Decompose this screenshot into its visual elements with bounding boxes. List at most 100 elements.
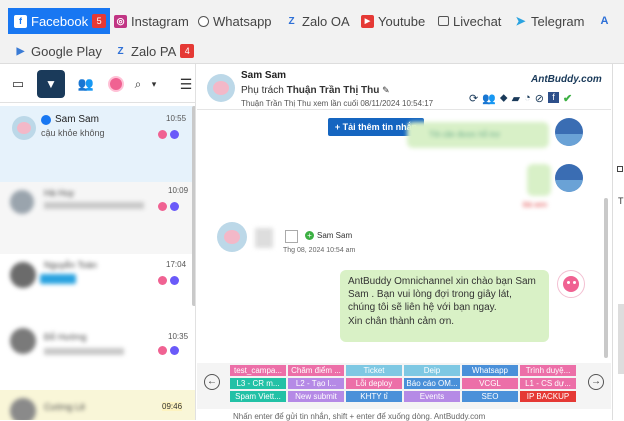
quick-reply-button[interactable]: L2 - Tạo l... — [288, 378, 344, 389]
last-seen-note: Thuận Trần Thị Thu xem lần cuối 08/11/20… — [241, 99, 434, 108]
group-icon[interactable]: 👥 — [482, 92, 496, 105]
block-icon[interactable]: ⊘ — [535, 92, 544, 105]
antbuddy-brand: AntBuddy.com — [531, 74, 602, 85]
outgoing-message — [527, 164, 551, 196]
panel-scrollbar[interactable] — [618, 304, 624, 374]
chevron-left-icon[interactable]: ← — [204, 374, 220, 390]
quick-reply-button[interactable]: SEO — [462, 391, 518, 402]
quick-reply-button[interactable]: Ticket — [346, 365, 402, 376]
card-name: Sam Sam — [317, 231, 353, 240]
avatar — [555, 118, 583, 146]
tab-zalo-pa[interactable]: Z Zalo PA 4 — [114, 40, 195, 62]
conversation-time: 10:09 — [168, 186, 189, 195]
sidebar-scrollbar[interactable] — [192, 106, 195, 306]
filter-icon[interactable]: ▼ — [37, 70, 65, 98]
messenger-icon — [170, 202, 179, 211]
quick-reply-button[interactable]: Spam Viett... — [230, 391, 286, 402]
truck-icon[interactable]: ▰ — [512, 92, 520, 105]
whatsapp-icon — [198, 15, 209, 27]
tab-whatsapp[interactable]: Whatsapp — [198, 10, 272, 32]
check-icon[interactable]: ✔ — [563, 92, 572, 105]
conversation-name: Hà Huy — [44, 188, 75, 198]
edit-icon[interactable]: ✎ — [382, 85, 390, 95]
conversation-item[interactable]: Cường Lê 09:46 — [0, 390, 195, 420]
quick-reply-button[interactable]: L3 - CR m... — [230, 378, 286, 389]
quick-reply-button[interactable]: New submit — [288, 391, 344, 402]
tab-google-play-label: Google Play — [31, 43, 102, 59]
right-panel: T — [612, 64, 624, 420]
quick-reply-button[interactable]: Events — [404, 391, 460, 402]
quick-reply-button[interactable]: Chăm điểm ... — [288, 365, 344, 376]
conversation-preview: cậu khỏe không — [41, 128, 105, 138]
quick-reply-button[interactable]: test_campa... — [230, 365, 286, 376]
group-icon[interactable]: 👥 — [72, 70, 100, 98]
more-channel-icon: A — [600, 15, 609, 27]
tab-zalo-oa[interactable]: Z Zalo OA — [285, 10, 349, 32]
conversation-item[interactable]: Hà Huy 10:09 — [0, 182, 195, 254]
outgoing-message: Tôi cần được hỗ trợ — [407, 122, 549, 148]
conversation-name: Nguyễn Toàn — [44, 260, 97, 270]
quick-reply-button[interactable]: KHTY tỉ — [346, 391, 402, 402]
tab-telegram[interactable]: ➤ Telegram — [514, 10, 584, 32]
tab-overflow[interactable]: A — [598, 10, 611, 32]
quick-reply-button[interactable]: Trình duyệ... — [520, 365, 576, 376]
conversation-item[interactable]: Sam Sam cậu khỏe không 10:55 — [0, 106, 195, 182]
tab-livechat[interactable]: Livechat — [438, 10, 501, 32]
assignee-bot-icon — [158, 130, 167, 139]
tab-google-play[interactable]: ▶ Google Play — [14, 40, 102, 62]
quick-reply-button[interactable]: Whatsapp — [462, 365, 518, 376]
messenger-icon — [170, 276, 179, 285]
assignee-line: Phụ trách Thuận Trần Thị Thu ✎ — [241, 85, 390, 96]
tab-instagram[interactable]: ◎ Instagram — [114, 10, 189, 32]
chat-scrollbar[interactable] — [604, 198, 608, 358]
chat-bubble-icon — [438, 16, 449, 26]
refresh-icon[interactable]: ⟳ — [469, 92, 478, 105]
image-thumbnail[interactable] — [255, 228, 273, 248]
bot-message-text: AntBuddy Omnichannel xin chào bạn Sam Sa… — [348, 276, 536, 313]
list-view-icon[interactable]: ☰ — [172, 70, 195, 98]
card-timestamp: Thg 08, 2024 10:54 am — [283, 247, 356, 254]
tag-icon[interactable]: ⬥ — [500, 92, 508, 105]
avatar — [10, 190, 34, 214]
avatar — [10, 328, 36, 354]
instagram-icon: ◎ — [114, 14, 127, 28]
conversation-item[interactable]: Nguyễn Toàn 17:04 — [0, 254, 195, 318]
chevron-right-icon[interactable]: → — [588, 374, 604, 390]
select-checkbox[interactable] — [285, 230, 298, 243]
conversation-time: 09:46 — [162, 402, 183, 411]
youtube-icon: ▶ — [361, 14, 374, 28]
chevron-down-icon[interactable]: ▾ — [140, 70, 168, 98]
quick-reply-button[interactable]: Báo cáo OM... — [404, 378, 460, 389]
quick-reply-button[interactable]: Lỗi deploy — [346, 378, 402, 389]
quick-reply-button[interactable]: Deip — [404, 365, 460, 376]
tab-facebook[interactable]: f Facebook 5 — [8, 8, 111, 34]
zalo-pa-unread-badge: 4 — [180, 44, 195, 58]
messenger-icon — [170, 346, 179, 355]
conversation-time: 10:55 — [166, 114, 187, 123]
toolbar-divider — [0, 102, 195, 103]
chat-header: Sam Sam Phụ trách Thuận Trần Thị Thu ✎ T… — [197, 64, 611, 110]
history-icon[interactable]: ◔ — [524, 92, 531, 105]
assignee-prefix: Phụ trách — [241, 85, 287, 96]
plus-circle-icon[interactable]: + — [305, 231, 314, 240]
assignee-name[interactable]: Thuận Trần Thị Thu — [287, 85, 380, 96]
quick-reply-button[interactable]: L1 - CS dự... — [520, 378, 576, 389]
avatar — [217, 222, 247, 252]
panel-icon[interactable] — [617, 166, 623, 172]
inbox-icon[interactable]: ▭ — [4, 70, 32, 98]
tab-livechat-label: Livechat — [453, 13, 502, 29]
google-play-icon: ▶ — [16, 45, 25, 57]
message-list: + Tải thêm tin nhắn Tôi cần được hỗ trợ … — [197, 110, 611, 421]
facebook-square-icon[interactable]: f — [547, 92, 559, 103]
quick-reply-button[interactable]: VCGL — [462, 378, 518, 389]
quick-reply-button[interactable]: IP BACKUP — [520, 391, 576, 402]
tab-youtube[interactable]: ▶ Youtube — [361, 10, 425, 32]
tab-whatsapp-label: Whatsapp — [213, 13, 272, 29]
conversation-preview — [44, 348, 124, 355]
conversation-item[interactable]: Đỗ Hường 10:35 — [0, 318, 195, 390]
avatar — [12, 116, 36, 140]
plus-icon: + — [334, 122, 341, 132]
conversation-time: 10:35 — [168, 332, 189, 341]
zalo-pa-icon: Z — [117, 45, 124, 57]
bot-avatar — [557, 270, 585, 298]
